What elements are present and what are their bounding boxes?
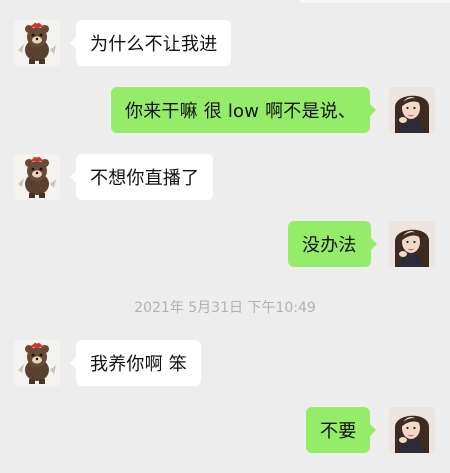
message-bubble-5[interactable]: 我养你啊 笨	[70, 340, 201, 386]
bear-avatar[interactable]	[14, 20, 60, 66]
message-bubble-4[interactable]: 没办法	[288, 221, 377, 267]
bear-avatar-icon	[14, 154, 60, 200]
message-bubble-3[interactable]: 不想你直播了	[69, 154, 214, 200]
bear-avatar-icon	[14, 20, 60, 66]
girl-avatar[interactable]	[389, 221, 435, 267]
message-bubble-6[interactable]: 不要	[306, 407, 377, 453]
message-bubble-2[interactable]: 你来干嘛 很 low 啊不是说、	[111, 87, 377, 133]
chat-timestamp: 2021年 5月31日 下午10:49	[134, 300, 316, 316]
message-text: 不要	[320, 421, 357, 442]
message-text: 没办法	[302, 235, 357, 256]
message-text: 你来干嘛 很 low 啊不是说、	[125, 101, 357, 122]
girl-avatar[interactable]	[389, 407, 435, 453]
bear-avatar[interactable]	[14, 154, 60, 200]
message-text: 为什么不让我进	[90, 34, 218, 55]
girl-avatar-icon	[389, 407, 435, 453]
girl-avatar-icon	[389, 221, 435, 267]
girl-avatar[interactable]	[389, 87, 435, 133]
message-text: 我养你啊 笨	[90, 354, 187, 375]
top-edge-fade	[300, 0, 450, 3]
bear-avatar[interactable]	[14, 340, 60, 386]
bear-avatar-icon	[14, 340, 60, 386]
girl-avatar-icon	[389, 87, 435, 133]
message-bubble-1[interactable]: 为什么不让我进	[69, 20, 232, 66]
message-text: 不想你直播了	[90, 168, 200, 189]
